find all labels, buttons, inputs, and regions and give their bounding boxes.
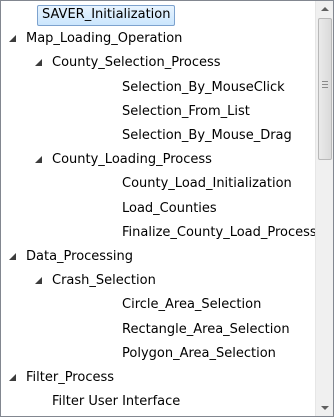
vertical-scrollbar[interactable] — [315, 1, 333, 416]
tree-item-label: Filter_Process — [26, 370, 115, 385]
scroll-down-button[interactable] — [316, 399, 333, 416]
scrollbar-thumb[interactable] — [318, 18, 332, 160]
tree-item-label: Map_Loading_Operation — [26, 31, 183, 47]
expand-triangle-icon[interactable] — [9, 253, 16, 260]
tree-item[interactable]: Load_Counties — [1, 198, 316, 219]
tree-item[interactable]: Data_Processing — [1, 246, 316, 267]
tree-item[interactable]: Circle_Area_Selection — [1, 294, 316, 315]
tree-item-label: Selection_By_Mouse_Drag — [122, 128, 292, 143]
tree-item[interactable]: Rectangle_Area_Selection — [1, 319, 316, 340]
tree-item-label: Rectangle_Area_Selection — [122, 321, 290, 337]
tree-item-label: Selection_From_List — [122, 103, 250, 119]
tree-item[interactable]: SAVER_Initialization — [1, 4, 316, 26]
tree-item-label: County_Selection_Process — [52, 55, 221, 71]
expand-triangle-icon[interactable] — [9, 374, 16, 381]
tree-item[interactable]: Selection_By_Mouse_Drag — [1, 125, 316, 146]
tree-item-label: SAVER_Initialization — [37, 5, 176, 26]
tree-item[interactable]: Filter User Interface — [1, 391, 316, 412]
tree-item-label: Circle_Area_Selection — [122, 297, 262, 313]
expand-triangle-icon[interactable] — [35, 59, 42, 67]
tree-item[interactable]: County_Selection_Process — [1, 52, 316, 73]
tree-item[interactable]: County_Loading_Process — [1, 149, 316, 170]
tree-item-label: Finalize_County_Load_Process — [122, 224, 316, 240]
expand-triangle-icon[interactable] — [35, 277, 42, 285]
tree-item[interactable]: Selection_By_MouseClick — [1, 77, 316, 98]
chevron-down-icon — [321, 406, 329, 410]
tree-item[interactable]: Selection_From_List — [1, 101, 316, 122]
tree-item-label: Selection_By_MouseClick — [122, 79, 285, 95]
tree-view-panel: SAVER_Initialization Map_Loading_Operatio… — [0, 0, 334, 417]
grip-line — [322, 87, 328, 88]
scroll-up-button[interactable] — [316, 1, 333, 18]
grip-line — [322, 81, 328, 82]
tree-item-label: County_Load_Initialization — [122, 176, 292, 192]
tree-item-label: County_Loading_Process — [52, 152, 212, 168]
tree-item-label: Data_Processing — [26, 249, 133, 264]
tree-item[interactable]: Crash_Selection — [1, 270, 316, 291]
tree-item-label: Crash_Selection — [52, 273, 156, 289]
expand-triangle-icon[interactable] — [9, 35, 16, 43]
tree-item[interactable]: Polygon_Area_Selection — [1, 343, 316, 364]
tree-item-label: Filter User Interface — [52, 394, 181, 410]
chevron-up-icon — [321, 7, 329, 11]
tree-item[interactable]: Filter_Process — [1, 367, 316, 388]
tree-item-label: Load_Counties — [122, 200, 217, 216]
tree-view: SAVER_Initialization Map_Loading_Operatio… — [1, 1, 316, 416]
tree-item[interactable]: Map_Loading_Operation — [1, 28, 316, 49]
tree-item[interactable]: County_Load_Initialization — [1, 173, 316, 194]
expand-triangle-icon[interactable] — [35, 156, 42, 164]
grip-line — [322, 84, 328, 85]
tree-item[interactable]: Finalize_County_Load_Process — [1, 222, 316, 243]
tree-item-label: Polygon_Area_Selection — [122, 345, 276, 361]
